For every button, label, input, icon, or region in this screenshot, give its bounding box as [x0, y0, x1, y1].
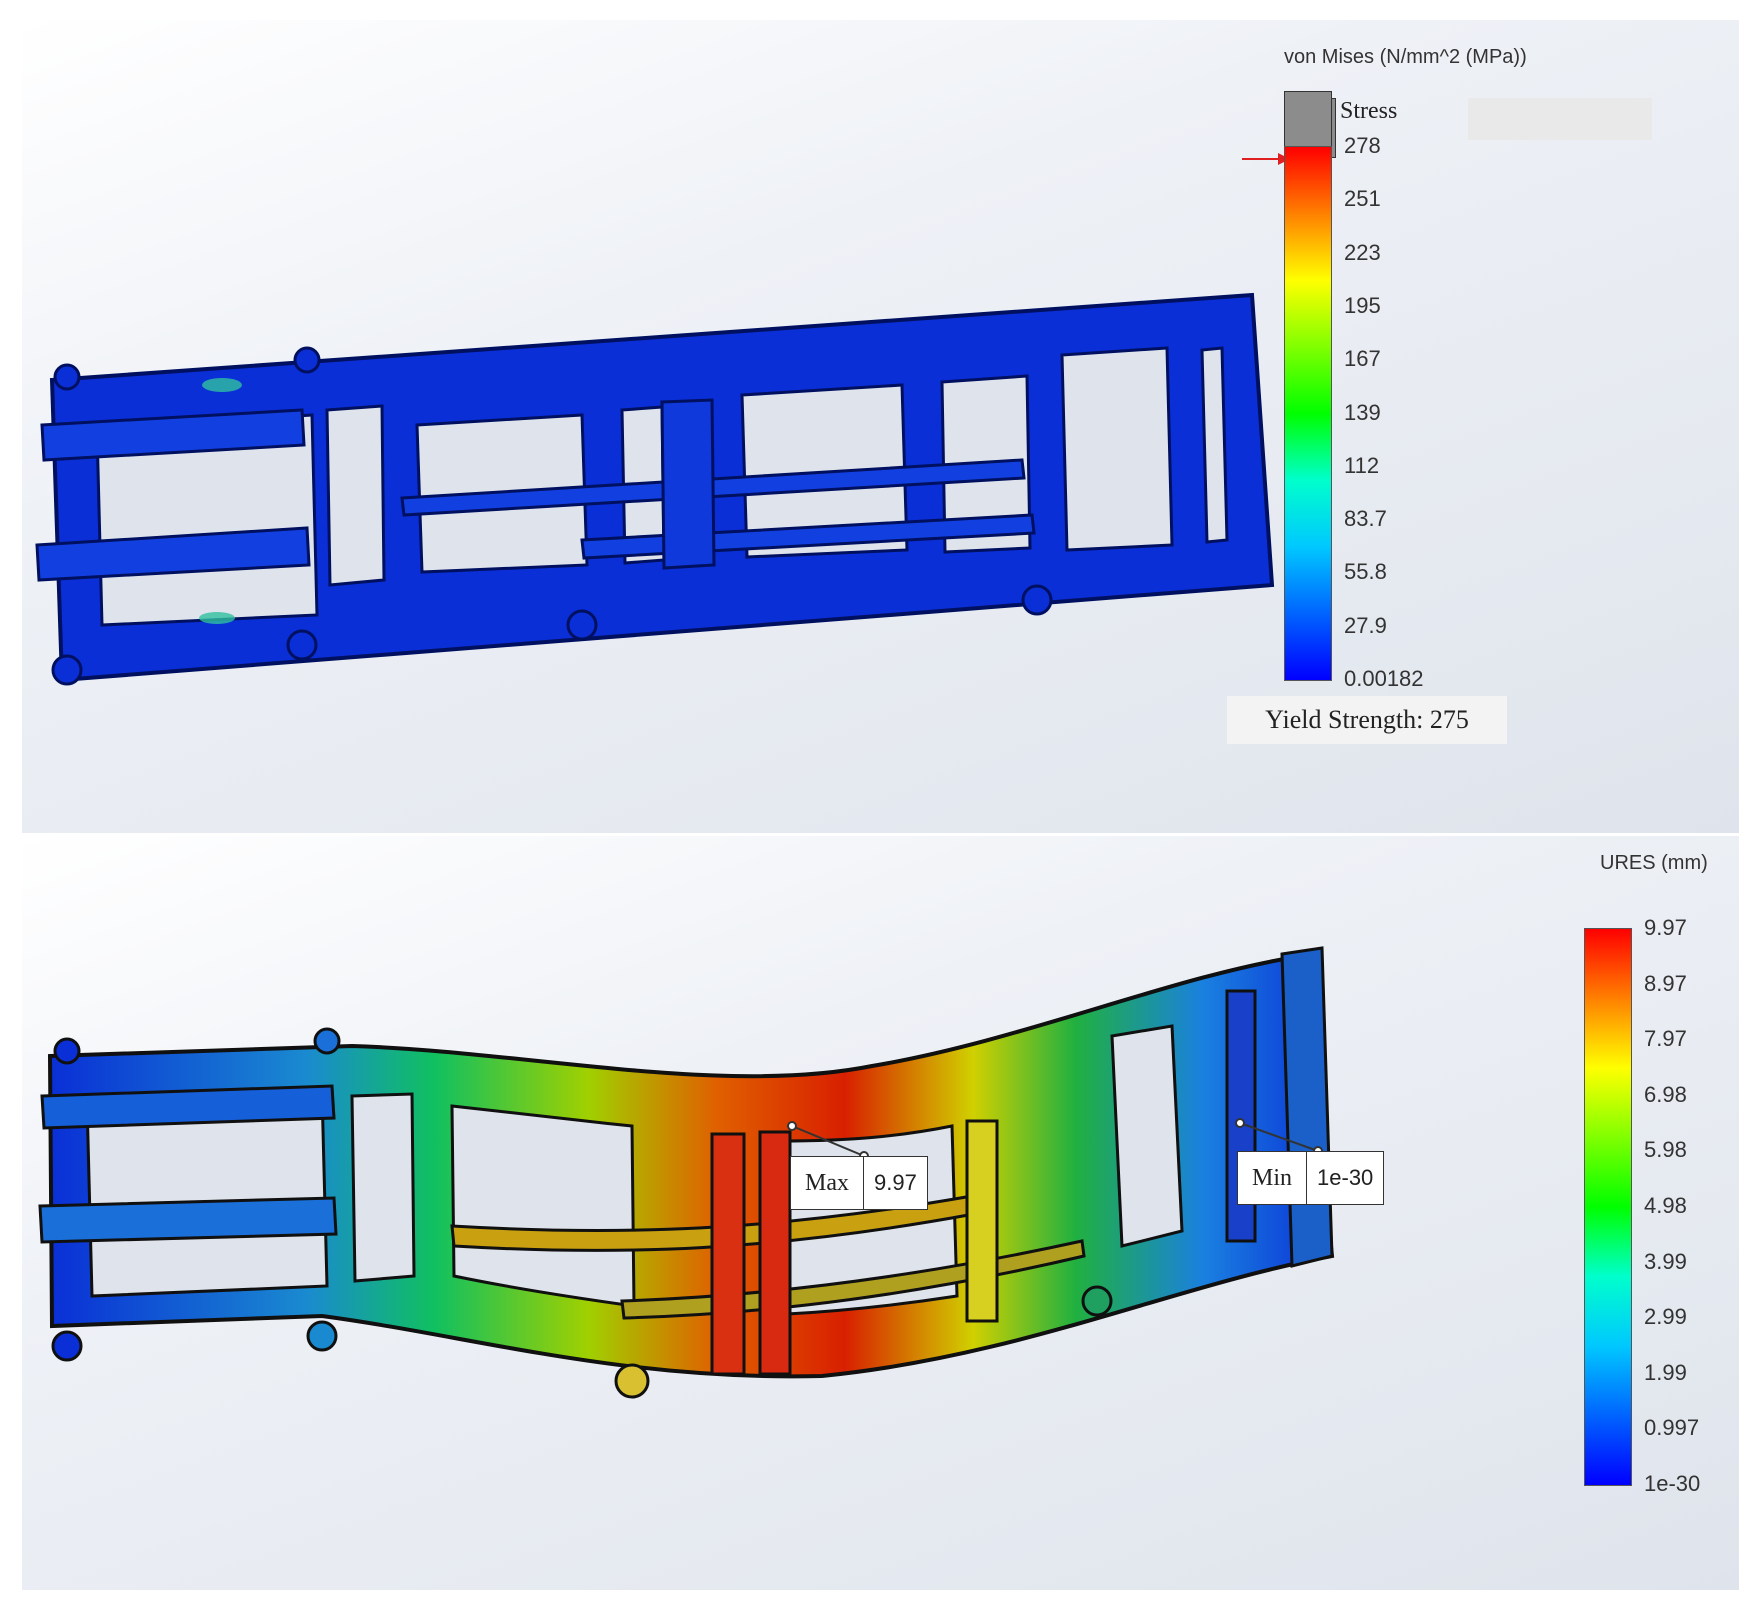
support-foot [293, 346, 321, 374]
frame-opening [325, 404, 386, 587]
max-probe-value: 9.97 [874, 1170, 917, 1195]
stress-colorbar [1284, 146, 1332, 681]
frame-opening [450, 1104, 636, 1308]
frame-opening [350, 1092, 416, 1283]
colorbar-tick-label: 112 [1344, 452, 1380, 478]
yield-strength-label: Yield Strength: 275 [1227, 696, 1507, 744]
support-foot [1021, 584, 1053, 616]
support-foot [286, 629, 318, 661]
colorbar-tick-label: 7.97 [1644, 1026, 1687, 1052]
colorbar-tick-label: 167 [1344, 346, 1381, 372]
min-probe-label[interactable]: Min 1e-30 [1237, 1151, 1385, 1205]
min-probe-value: 1e-30 [1317, 1165, 1374, 1190]
stress-hotspot [202, 378, 242, 392]
frame-opening [1060, 346, 1174, 552]
colorbar-tick-label: 83.7 [1344, 506, 1387, 532]
support-foot [51, 1330, 83, 1362]
displacement-frame-model [38, 946, 1335, 1399]
support-foot [306, 1320, 338, 1352]
yield-arrow-icon [1242, 153, 1290, 165]
support-foot [51, 654, 83, 686]
ures-legend-title: URES (mm) [1600, 852, 1708, 874]
colorbar-tick-label: 3.99 [1644, 1248, 1687, 1274]
colorbar-tick-label: 195 [1344, 292, 1381, 318]
stress-legend-title: von Mises (N/mm^2 (MPa)) [1284, 46, 1527, 68]
stress-label-box [1288, 98, 1652, 158]
max-probe-title: Max [791, 1157, 864, 1209]
min-point-marker [1235, 1118, 1245, 1128]
colorbar-tick-label: 2.99 [1644, 1304, 1687, 1330]
colorbar-tick-label: 1.99 [1644, 1359, 1687, 1385]
colorbar-tick-label: 139 [1344, 399, 1381, 425]
stress-hotspot [199, 612, 235, 624]
support-foot [1081, 1285, 1113, 1317]
colorbar-tick-label: 223 [1344, 239, 1381, 265]
support-foot [566, 609, 598, 641]
displacement-plot-viewport[interactable]: Max 9.97 Min 1e-30 URES (mm) 9.97 8.97 7.9… [22, 836, 1739, 1590]
colorbar-tick-label: 5.98 [1644, 1137, 1687, 1163]
frame-opening [1110, 1024, 1184, 1248]
support-foot [53, 363, 81, 391]
min-probe-title: Min [1238, 1152, 1308, 1204]
colorbar-tick-label: 6.98 [1644, 1081, 1687, 1107]
vertical-post [758, 1130, 792, 1376]
colorbar-tick-label: 1e-30 [1644, 1471, 1701, 1496]
max-point-marker [787, 1121, 797, 1131]
end-plate [1280, 946, 1334, 1268]
colorbar-tick-label: 27.9 [1344, 612, 1387, 638]
colorbar-tick-label: 8.97 [1644, 970, 1687, 996]
colorbar-tick-label: 4.98 [1644, 1193, 1687, 1218]
stress-plot-viewport[interactable]: von Mises (N/mm^2 (MPa)) Stress 278 251 22… [22, 20, 1739, 833]
max-probe-label[interactable]: Max 9.97 [790, 1156, 928, 1210]
colorbar-tick-label: 0.997 [1644, 1415, 1700, 1441]
colorbar-tick-label: 251 [1344, 186, 1381, 212]
colorbar-tick-label: 0.00182 [1344, 666, 1424, 691]
vertical-post [710, 1132, 746, 1376]
frame-opening [1200, 346, 1229, 544]
colorbar-tick-label: 9.97 [1644, 915, 1687, 940]
colorbar-tick-label: 55.8 [1344, 559, 1387, 585]
cross-beam [38, 1196, 338, 1244]
vertical-post [660, 398, 716, 570]
vertical-post [965, 1119, 999, 1323]
support-foot [53, 1037, 81, 1065]
stress-box-label: Stress [1340, 98, 1398, 124]
support-foot [614, 1363, 650, 1399]
ures-colorbar [1584, 928, 1632, 1486]
support-foot [313, 1027, 341, 1055]
above-range-swatch [1284, 91, 1332, 151]
colorbar-tick-label: 278 [1344, 133, 1381, 158]
